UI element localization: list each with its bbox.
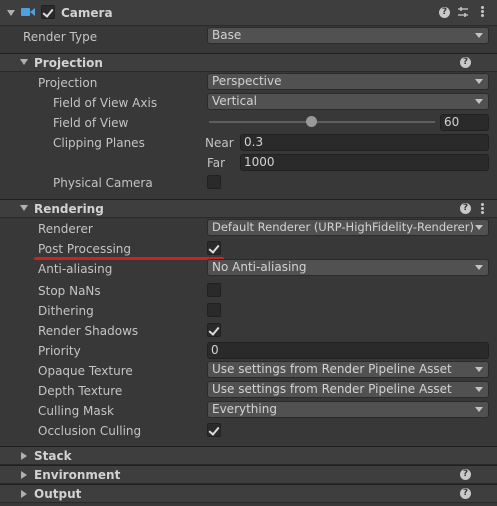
rendering-header-title: Rendering	[34, 202, 104, 216]
chevron-down-icon	[475, 387, 483, 392]
fov-label: Field of View	[53, 116, 129, 130]
stop-nans-checkbox[interactable]	[207, 283, 221, 297]
fov-axis-label: Field of View Axis	[53, 96, 158, 110]
chevron-down-icon	[475, 33, 483, 38]
stack-header-title: Stack	[34, 449, 72, 463]
render-shadows-checkbox[interactable]	[207, 323, 221, 337]
rendering-help-icon[interactable]: ?	[460, 203, 471, 214]
anti-aliasing-dropdown[interactable]: No Anti-aliasing	[207, 259, 489, 276]
projection-header-title: Projection	[34, 56, 103, 70]
post-processing-checkbox[interactable]	[207, 241, 221, 255]
fov-slider-thumb[interactable]	[305, 116, 317, 127]
output-expand-icon[interactable]	[21, 490, 27, 498]
physical-camera-label: Physical Camera	[53, 176, 153, 190]
post-processing-label: Post Processing	[38, 242, 131, 256]
projection-label: Projection	[38, 76, 98, 90]
checkmark-icon	[42, 6, 54, 18]
clipping-planes-label: Clipping Planes	[53, 136, 145, 150]
projection-dropdown[interactable]: Perspective	[207, 73, 489, 90]
chevron-down-icon	[475, 79, 483, 84]
renderer-label: Renderer	[38, 222, 93, 236]
environment-help-icon[interactable]: ?	[460, 469, 471, 480]
projection-collapse-icon[interactable]	[20, 59, 28, 65]
chevron-down-icon	[475, 265, 483, 270]
culling-mask-dropdown[interactable]: Everything	[207, 401, 489, 418]
red-underline-annotation	[34, 257, 224, 260]
physical-camera-checkbox[interactable]	[207, 175, 221, 189]
near-field[interactable]: 0.3	[240, 134, 489, 151]
rendering-collapse-icon[interactable]	[20, 205, 28, 211]
occlusion-culling-checkbox[interactable]	[207, 423, 221, 437]
depth-texture-label: Depth Texture	[38, 384, 123, 398]
occlusion-culling-label: Occlusion Culling	[38, 424, 142, 438]
anti-aliasing-value: No Anti-aliasing	[212, 260, 307, 274]
depth-texture-value: Use settings from Render Pipeline Asset	[212, 382, 452, 396]
opaque-texture-dropdown[interactable]: Use settings from Render Pipeline Asset	[207, 361, 489, 378]
anti-aliasing-label: Anti-aliasing	[38, 262, 113, 276]
chevron-down-icon	[475, 225, 483, 230]
camera-icon	[21, 8, 35, 16]
checkmark-icon	[208, 242, 220, 254]
checkmark-icon	[208, 324, 220, 336]
chevron-down-icon	[475, 367, 483, 372]
far-label: Far	[207, 156, 226, 170]
output-header-title: Output	[34, 487, 82, 501]
priority-label: Priority	[38, 344, 81, 358]
rendering-kebab-icon[interactable]	[481, 203, 484, 215]
culling-mask-label: Culling Mask	[38, 404, 114, 418]
opaque-texture-value: Use settings from Render Pipeline Asset	[212, 362, 452, 376]
opaque-texture-label: Opaque Texture	[38, 364, 133, 378]
fov-field[interactable]: 60	[440, 114, 489, 131]
projection-help-icon[interactable]: ?	[460, 57, 471, 68]
output-help-icon[interactable]: ?	[460, 488, 471, 499]
environment-header-title: Environment	[34, 468, 121, 482]
fov-slider-track[interactable]	[209, 121, 435, 123]
stop-nans-label: Stop NaNs	[38, 284, 101, 298]
renderer-value: Default Renderer (URP-HighFidelity-Rende…	[212, 220, 474, 234]
chevron-down-icon	[475, 407, 483, 412]
fov-axis-dropdown[interactable]: Vertical	[207, 93, 489, 110]
dithering-checkbox[interactable]	[207, 303, 221, 317]
render-type-label: Render Type	[23, 30, 98, 44]
environment-expand-icon[interactable]	[21, 471, 27, 479]
dithering-label: Dithering	[38, 304, 94, 318]
projection-value: Perspective	[212, 74, 282, 88]
help-icon[interactable]: ?	[439, 7, 450, 18]
culling-mask-value: Everything	[212, 402, 277, 416]
stack-expand-icon[interactable]	[21, 452, 27, 460]
renderer-dropdown[interactable]: Default Renderer (URP-HighFidelity-Rende…	[207, 219, 489, 236]
near-label: Near	[205, 136, 234, 150]
render-type-value: Base	[212, 28, 242, 42]
far-field[interactable]: 1000	[240, 154, 489, 171]
chevron-down-icon	[475, 99, 483, 104]
component-title: Camera	[61, 6, 113, 20]
collapse-arrow-icon[interactable]	[7, 10, 15, 16]
render-shadows-label: Render Shadows	[38, 324, 139, 338]
kebab-menu-icon[interactable]	[481, 6, 484, 18]
depth-texture-dropdown[interactable]: Use settings from Render Pipeline Asset	[207, 381, 489, 398]
presets-icon[interactable]	[457, 6, 469, 18]
component-enabled-checkbox[interactable]	[41, 5, 55, 19]
checkmark-icon	[208, 424, 220, 436]
priority-field[interactable]: 0	[207, 342, 489, 359]
stack-section-header[interactable]	[0, 446, 497, 465]
fov-axis-value: Vertical	[212, 94, 257, 108]
render-type-dropdown[interactable]: Base	[207, 27, 489, 44]
